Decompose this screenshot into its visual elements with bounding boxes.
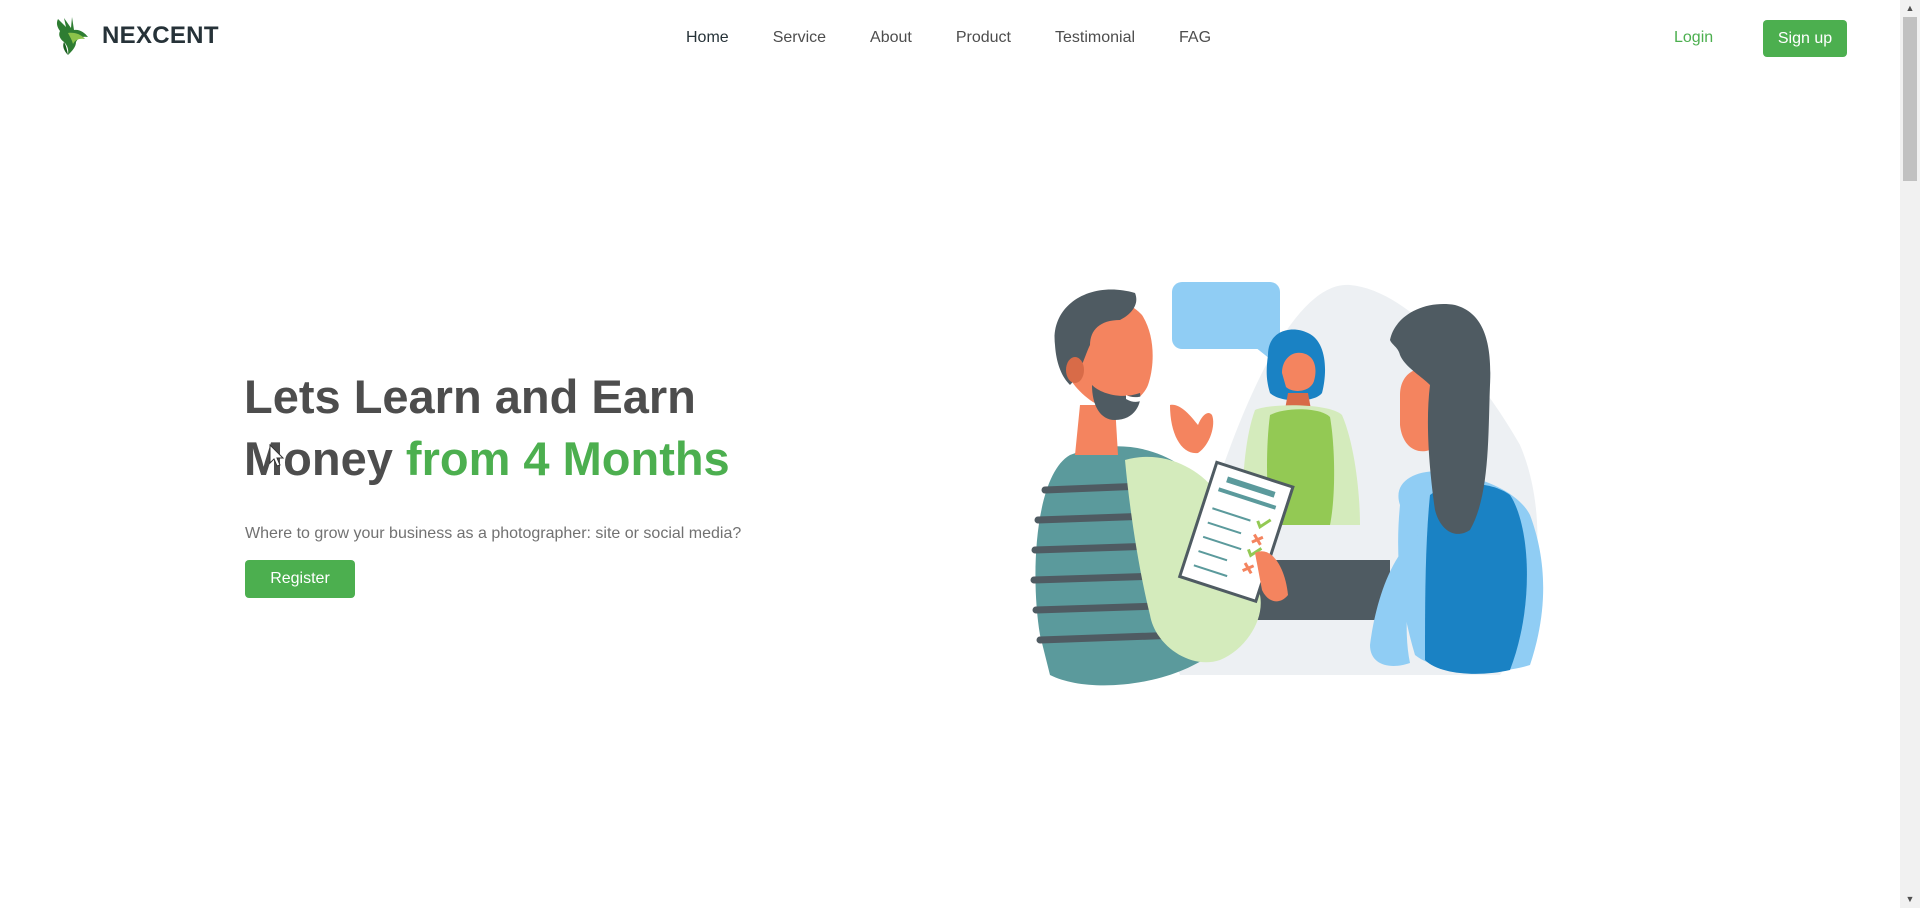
nav-item-fag[interactable]: FAG [1157, 24, 1233, 52]
brand-name: NEXCENT [102, 22, 219, 49]
nav-item-testimonial[interactable]: Testimonial [1033, 24, 1157, 52]
login-link[interactable]: Login [1660, 24, 1727, 52]
team-meeting-illustration [1030, 282, 1544, 686]
hero-title-plain: Money [244, 432, 393, 485]
mouse-cursor-icon [269, 444, 285, 467]
hero-title: Lets Learn and Earn Money from 4 Months [244, 366, 864, 490]
page-scrollbar[interactable]: ▲ ▼ [1900, 0, 1920, 908]
nav-item-product[interactable]: Product [934, 24, 1033, 52]
scroll-thumb[interactable] [1903, 17, 1917, 181]
register-button[interactable]: Register [245, 560, 355, 598]
nav-item-home[interactable]: Home [664, 24, 751, 52]
site-header: NEXCENT Home Service About Product Testi… [0, 0, 1900, 76]
main-nav: Home Service About Product Testimonial F… [664, 24, 1233, 52]
brand-logo[interactable]: NEXCENT [54, 14, 219, 58]
scroll-down-arrow-icon[interactable]: ▼ [1900, 891, 1920, 908]
hero-subtitle: Where to grow your business as a photogr… [245, 525, 742, 542]
signup-button[interactable]: Sign up [1763, 20, 1847, 57]
nav-item-service[interactable]: Service [751, 24, 848, 52]
nav-item-about[interactable]: About [848, 24, 934, 52]
hero-title-line1: Lets Learn and Earn [244, 370, 696, 423]
scroll-up-arrow-icon[interactable]: ▲ [1900, 0, 1920, 17]
landing-page: NEXCENT Home Service About Product Testi… [0, 0, 1900, 908]
hero-title-accent: from 4 Months [405, 432, 730, 485]
leaf-bird-logo-icon [56, 17, 88, 55]
